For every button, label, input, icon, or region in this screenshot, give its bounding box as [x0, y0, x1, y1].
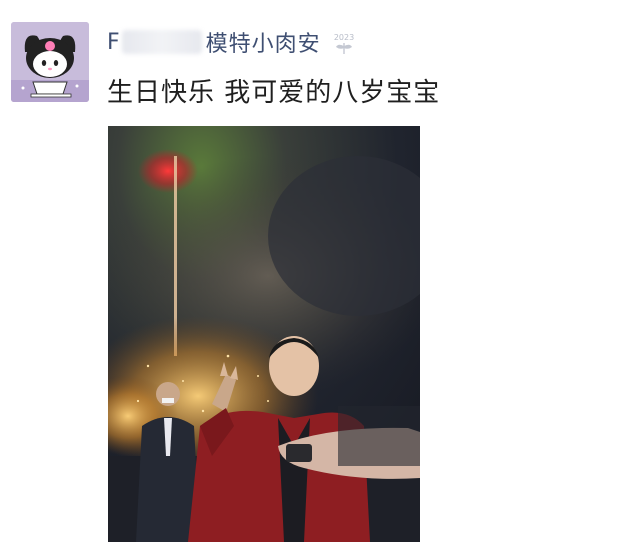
avatar[interactable]: [11, 22, 89, 102]
kuromi-avatar-icon: [11, 22, 89, 102]
year-badge-icon: 2023: [329, 29, 359, 55]
author-name[interactable]: 模特小肉安: [206, 26, 321, 58]
author-initial[interactable]: F: [107, 30, 120, 55]
badge-year-text: 2023: [333, 33, 353, 42]
moments-post: F 模特小肉安 2023 生日快乐 我可爱的八岁宝宝: [0, 0, 640, 548]
author-row: F 模特小肉安 2023: [107, 26, 359, 58]
redacted-name-blur: [121, 30, 202, 54]
fireworks-photo: [108, 126, 420, 542]
post-text: 生日快乐 我可爱的八岁宝宝: [107, 78, 441, 108]
post-photo[interactable]: [108, 126, 420, 542]
